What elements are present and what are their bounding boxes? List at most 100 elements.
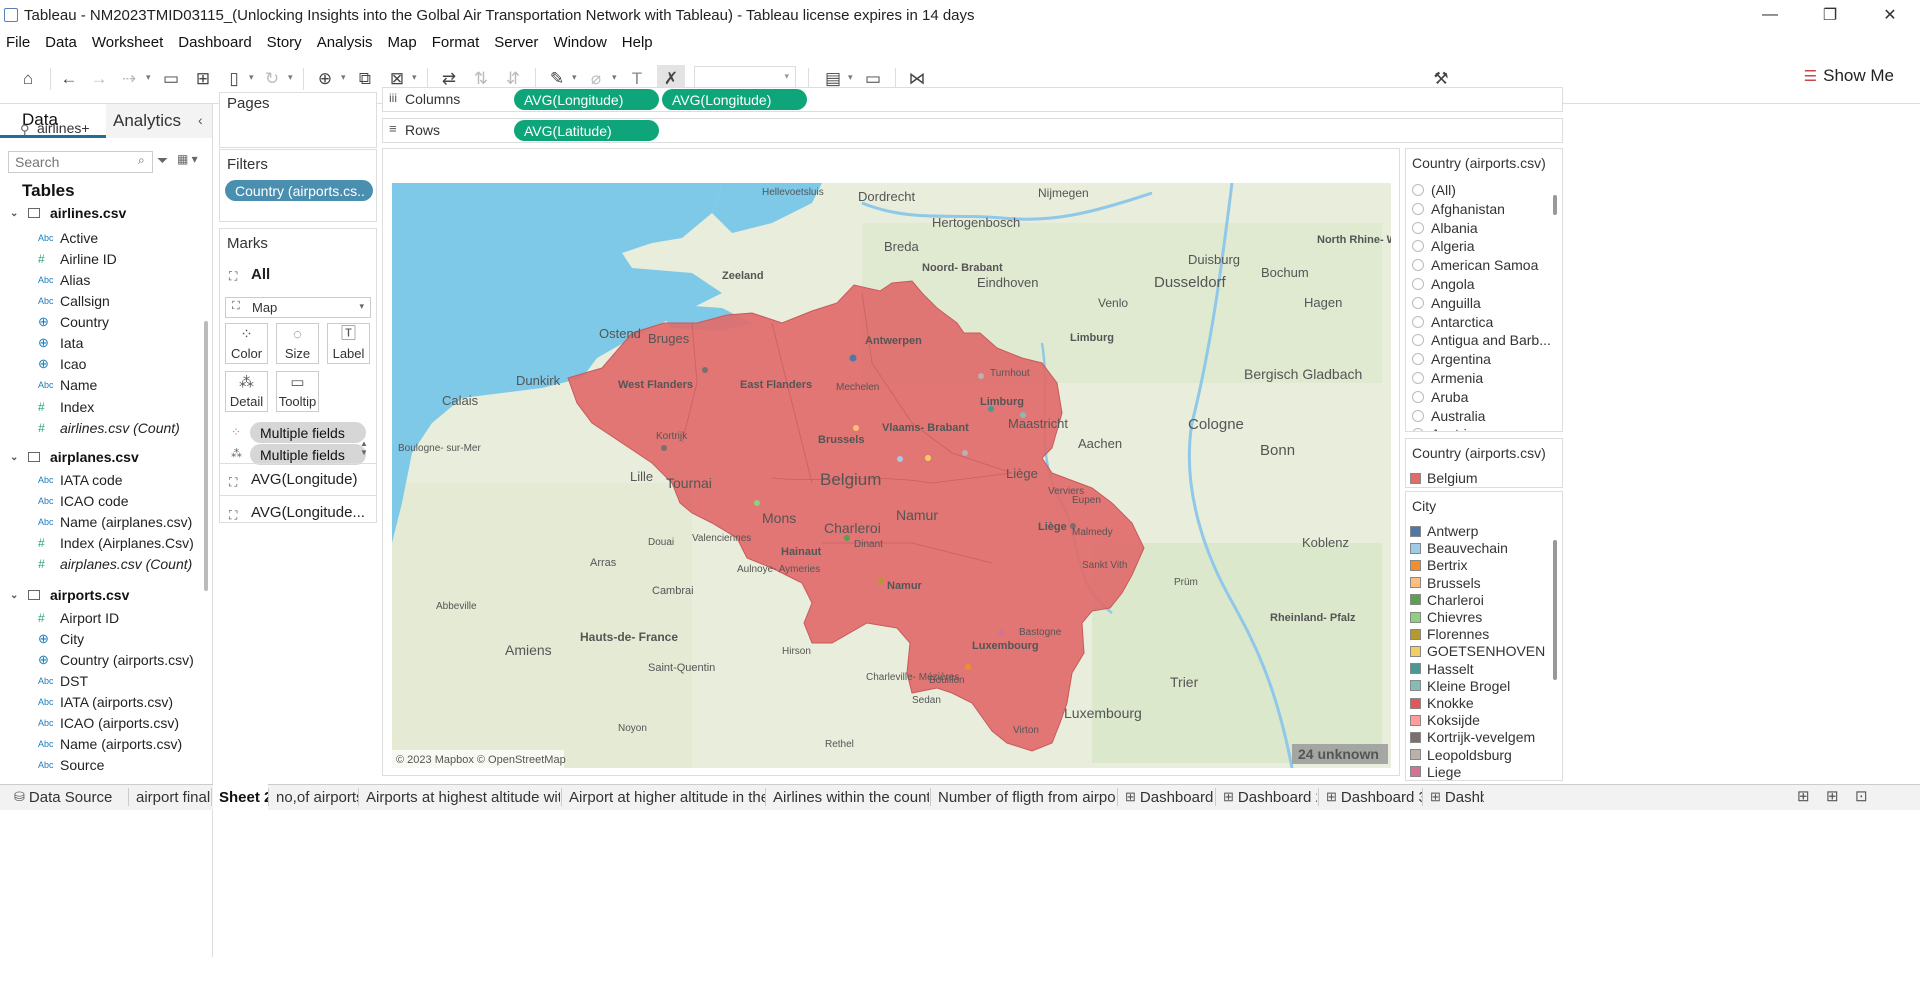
radio-button[interactable] [1412,202,1424,215]
chevron-down-icon[interactable]: ▾ [249,72,254,83]
pages-card[interactable]: Pages [219,92,377,148]
country-filter-option[interactable]: Algeria [1412,238,1475,254]
legend-item-city[interactable]: Bertrix [1410,557,1467,573]
airport-point[interactable] [925,455,931,461]
field-iata[interactable]: ⊕ Iata [38,335,83,351]
rows-pill-1[interactable]: AVG(Latitude) [514,120,659,141]
tooltip-button[interactable]: ▭ Tooltip [276,371,319,412]
search-input[interactable] [8,151,153,173]
airport-point[interactable] [897,456,903,462]
detail-button[interactable]: ⁂ Detail [225,371,268,412]
airport-point[interactable] [754,500,760,506]
sheet-tab[interactable]: ⊞Dashboard 1 [1119,784,1215,810]
new-worksheet-tab-icon[interactable]: ⊞ [1797,787,1810,805]
radio-button[interactable] [1412,409,1424,422]
field-airline-id[interactable]: # Airline ID [38,251,117,267]
menu-server[interactable]: Server [494,34,538,51]
field-icao-airports-csv[interactable]: Abc ICAO (airports.csv) [38,715,179,731]
chevron-down-icon[interactable]: ▾ [146,72,151,83]
radio-button[interactable] [1412,428,1424,431]
legend-item-city[interactable]: Leopoldsburg [1410,747,1512,763]
sheet-tab[interactable]: Airports at highest altitude withi... [360,784,560,810]
field-active[interactable]: Abc Active [38,230,98,246]
label-button[interactable]: 🅃 Label [327,323,370,364]
airport-point[interactable] [998,630,1004,636]
new-story-tab-icon[interactable]: ⊡ [1855,787,1868,805]
country-filter-option[interactable]: Armenia [1412,370,1483,386]
country-filter-option[interactable]: Australia [1412,408,1485,424]
country-filter-option[interactable]: Angola [1412,276,1475,292]
multiple-fields-pill-detail[interactable]: Multiple fields [250,444,366,465]
radio-button[interactable] [1412,315,1424,328]
radio-button[interactable] [1412,296,1424,309]
field-index[interactable]: # Index [38,399,94,415]
menu-map[interactable]: Map [388,34,417,51]
radio-button[interactable] [1412,372,1424,384]
country-filter-option[interactable]: Albania [1412,220,1478,236]
chevron-down-icon[interactable]: ▾ [572,72,577,83]
radio-button[interactable] [1412,278,1424,290]
sheet-tab[interactable]: Number of fligth from airport [932,784,1116,810]
legend-item-city[interactable]: Antwerp [1410,523,1478,539]
legend-item-city[interactable]: Liege [1410,764,1461,780]
legend-item-city[interactable]: Hasselt [1410,661,1474,677]
field-iata-code[interactable]: Abc IATA code [38,472,123,488]
menu-format[interactable]: Format [432,34,480,51]
field-dst[interactable]: Abc DST [38,673,88,689]
field-name-airplanes-csv[interactable]: Abc Name (airplanes.csv) [38,514,192,530]
close-button[interactable]: ✕ [1860,0,1920,30]
minimize-button[interactable]: — [1740,0,1800,30]
field-icao[interactable]: ⊕ Icao [38,356,86,372]
field-name[interactable]: Abc Name [38,377,97,393]
scroll-arrows-icon[interactable]: ▲ ▼ [360,439,368,457]
country-filter-option[interactable]: Antigua and Barb... [1412,332,1551,348]
legend-item-city[interactable]: Brussels [1410,575,1481,591]
columns-shelf[interactable]: iii Columns AVG(Longitude) AVG(Longitude… [382,87,1563,112]
field-name-airports-csv[interactable]: Abc Name (airports.csv) [38,736,182,752]
radio-button[interactable] [1412,390,1424,403]
country-filter-option[interactable]: Argentina [1412,351,1491,367]
undo-icon[interactable]: ← [58,68,80,90]
legend-item-city[interactable]: Kortrijk-vevelgem [1410,729,1535,745]
legend-item-city[interactable]: GOETSENHOVEN [1410,643,1545,659]
sheet-tab[interactable]: ⊞ Dashboard 2 [1217,784,1317,810]
field-iata-airports-csv[interactable]: Abc IATA (airports.csv) [38,694,173,710]
legend-item-city[interactable]: Koksijde [1410,712,1480,728]
multiple-fields-pill-color[interactable]: Multiple fields [250,422,366,443]
duplicate-icon[interactable]: ⧉ [354,68,376,90]
menu-analysis[interactable]: Analysis [317,34,373,51]
field-callsign[interactable]: Abc Callsign [38,293,110,309]
redo-icon[interactable]: → [88,68,110,90]
field-airport-id[interactable]: # Airport ID [38,610,119,626]
color-button[interactable]: ⁘ Color [225,323,268,364]
table-airports[interactable]: ⌄ airports.csv [10,587,129,603]
radio-button[interactable] [1412,240,1424,253]
menu-window[interactable]: Window [553,34,606,51]
legend-item-city[interactable]: Beauvechain [1410,540,1508,556]
menu-data[interactable]: Data [45,34,77,51]
menu-story[interactable]: Story [267,34,302,51]
field-airlines-csv-count[interactable]: # airlines.csv (Count) [38,420,180,436]
chevron-down-icon[interactable]: ▾ [341,72,346,83]
scrollbar[interactable] [204,321,208,591]
radio-button[interactable] [1412,353,1424,366]
mark-type-dropdown[interactable]: ⛶ Map ▾ [225,297,371,318]
table-airplanes[interactable]: ⌄ airplanes.csv [10,449,139,465]
save-icon[interactable]: ▭ [160,68,182,90]
table-airlines[interactable]: ⌄ airlines.csv [10,205,126,221]
filter-icon[interactable]: ⏷ [157,152,168,169]
legend-item-belgium[interactable]: Belgium [1410,470,1478,486]
scrollbar[interactable] [1553,540,1557,680]
airport-point[interactable] [702,367,708,373]
field-country-airports-csv[interactable]: ⊕ Country (airports.csv) [38,652,194,668]
airport-point[interactable] [978,373,984,379]
country-filter-option[interactable]: American Samoa [1412,257,1538,273]
airport-point[interactable] [853,425,859,431]
field-city[interactable]: ⊕ City [38,631,84,647]
sheet-tab[interactable]: ⊞ Dashboard 3 [1320,784,1422,810]
airport-point[interactable] [661,445,667,451]
new-datasource-icon[interactable]: ⊞ [192,68,214,90]
chevron-down-icon[interactable]: ▾ [848,72,853,83]
country-filter-option[interactable]: Anguilla [1412,295,1481,311]
airport-point[interactable] [878,578,884,584]
